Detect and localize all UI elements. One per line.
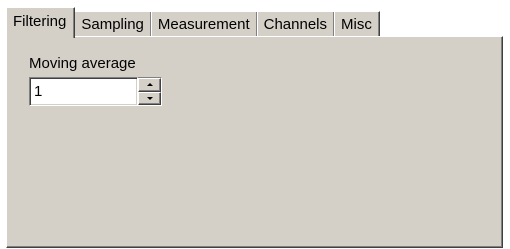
tab-measurement[interactable]: Measurement: [150, 11, 258, 37]
arrow-up-icon: [146, 83, 153, 87]
arrow-down-icon: [146, 96, 153, 100]
moving-average-input[interactable]: 1: [29, 77, 138, 106]
tab-misc-label: Misc: [341, 16, 372, 33]
tab-strip: Filtering Sampling Measurement Channels …: [6, 7, 380, 38]
tab-control-window: Filtering Sampling Measurement Channels …: [0, 0, 510, 249]
tab-channels-label: Channels: [263, 16, 328, 33]
tab-filtering-label: Filtering: [13, 12, 67, 30]
filtering-tab-panel: Moving average 1: [6, 36, 503, 248]
spin-down-button[interactable]: [138, 91, 161, 105]
spin-buttons: [138, 77, 162, 106]
spin-up-button[interactable]: [138, 78, 161, 92]
tab-channels[interactable]: Channels: [256, 11, 336, 37]
tab-filtering[interactable]: Filtering: [6, 7, 76, 38]
tab-sampling-label: Sampling: [81, 16, 144, 33]
moving-average-spinbox: 1: [29, 77, 162, 106]
tab-sampling[interactable]: Sampling: [74, 11, 152, 37]
tab-measurement-label: Measurement: [157, 16, 250, 33]
tab-misc[interactable]: Misc: [334, 11, 380, 37]
moving-average-label: Moving average: [29, 55, 136, 72]
